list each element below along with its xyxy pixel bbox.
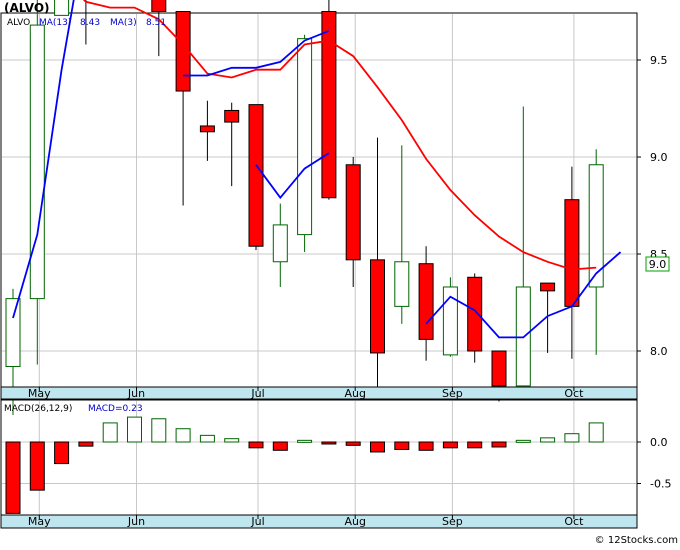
legend-ma3-label: MA(3) (110, 18, 137, 28)
macd-gridlines (2, 401, 636, 515)
macd-bar-pos-24 (588, 422, 604, 443)
candle-body-down-10 (248, 104, 264, 247)
price-x-tick-label-oct: Oct (564, 387, 584, 400)
candle-body-up-0 (5, 298, 21, 368)
macd-bar-pos-8 (199, 434, 215, 443)
macd-bar-neg-16 (394, 441, 410, 450)
candle-12 (297, 34, 313, 253)
macd-y-tick-label-0.0: 0.0 (650, 436, 668, 449)
candle-body-up-12 (297, 38, 313, 236)
candle-body-down-13 (321, 11, 337, 199)
candle-18 (442, 277, 458, 357)
candle-body-down-19 (467, 276, 483, 352)
macd-bar-pos-23 (564, 433, 580, 443)
price-x-tick-label-may: May (28, 387, 51, 400)
legend-symbol: ALVO (7, 18, 30, 28)
macd-bar-neg-14 (345, 441, 361, 446)
macd-x-tick-label-oct: Oct (564, 515, 584, 528)
macd-bar-neg-15 (370, 441, 385, 453)
watermark: © 12Stocks.com (595, 535, 678, 546)
macd-bar-pos-9 (224, 438, 240, 443)
candle-10 (248, 104, 264, 251)
macd-bar-neg-20 (491, 441, 507, 448)
macd-y-tick-label--0.5: -0.5 (650, 478, 671, 491)
legend-ma13-label: MA(13) (39, 18, 71, 28)
candle-body-down-20 (491, 350, 507, 387)
candle-2 (54, 0, 70, 16)
last-price-badge-text: 9.0 (649, 258, 667, 271)
candle-body-down-15 (370, 259, 385, 354)
candle-body-down-8 (199, 125, 215, 133)
candle-body-down-17 (418, 263, 434, 340)
macd-bar-neg-18 (442, 441, 458, 449)
chart-title: (ALVO) (4, 1, 50, 15)
candle-body-up-11 (272, 224, 288, 263)
candle-13 (321, 0, 337, 200)
macd-bar-pos-21 (515, 439, 531, 443)
macd-panel (0, 399, 638, 516)
candle-body-down-22 (540, 282, 556, 292)
candle-body-up-2 (54, 0, 70, 16)
macd-bar-pos-7 (175, 428, 191, 443)
candle-body-down-6 (151, 0, 167, 12)
price-x-tick-label-jul: Jul (250, 387, 264, 400)
price-panel (0, 12, 638, 388)
candle-body-up-1 (29, 24, 45, 300)
chart-canvas: 8.08.59.09.510.010.511.011.5 MayJunJulAu… (0, 0, 678, 546)
macd-x-tick-label-jul: Jul (250, 515, 264, 528)
macd-y-axis: 0.0 -0.5 (637, 436, 671, 491)
last-price-badge: 9.0 (645, 256, 670, 272)
candle-body-down-14 (345, 164, 361, 261)
candle-body-up-16 (394, 261, 410, 307)
price-x-tick-label-sep: Sep (442, 387, 463, 400)
macd-x-tick-label-aug: Aug (344, 515, 365, 528)
macd-bar-neg-1 (29, 441, 45, 491)
macd-bar-neg-3 (78, 441, 94, 447)
macd-bar-pos-6 (151, 418, 167, 443)
candle-body-down-23 (564, 199, 580, 307)
macd-bar-neg-13 (321, 441, 337, 445)
macd-x-tick-label-jun: Jun (127, 515, 145, 528)
macd-bar-pos-22 (540, 437, 556, 443)
macd-histogram (5, 416, 604, 514)
macd-bar-neg-11 (272, 441, 288, 451)
macd-x-axis-band (0, 514, 638, 529)
legend-ma13-value: 8.43 (80, 18, 100, 28)
legend-ma3-value: 8.51 (146, 18, 166, 28)
price-y-axis: 8.08.59.09.510.010.511.011.5 (637, 54, 668, 358)
macd-bar-pos-5 (127, 416, 142, 443)
macd-legend-value: MACD=0.23 (88, 404, 143, 414)
candle-19 (467, 273, 483, 363)
macd-bar-neg-0 (5, 441, 21, 514)
price-y-tick-label-9.0: 9.0 (650, 151, 668, 164)
macd-x-tick-label-sep: Sep (442, 515, 463, 528)
price-x-tick-label-aug: Aug (344, 387, 365, 400)
macd-bar-neg-2 (54, 441, 70, 465)
price-y-tick-label-9.5: 9.5 (650, 54, 668, 67)
macd-bar-neg-10 (248, 441, 264, 449)
price-y-tick-label-8.0: 8.0 (650, 345, 668, 358)
price-x-axis-band (0, 386, 638, 400)
candle-body-down-9 (224, 109, 240, 123)
price-x-tick-label-jun: Jun (127, 387, 145, 400)
stock-chart: 8.08.59.09.510.010.511.011.5 MayJunJulAu… (0, 0, 680, 546)
macd-bar-pos-4 (102, 422, 118, 443)
macd-bar-pos-12 (297, 439, 313, 443)
macd-x-tick-label-may: May (28, 515, 51, 528)
macd-bar-neg-17 (418, 441, 434, 451)
macd-bar-neg-19 (467, 441, 483, 449)
macd-legend-label: MACD(26,12,9) (4, 404, 72, 414)
